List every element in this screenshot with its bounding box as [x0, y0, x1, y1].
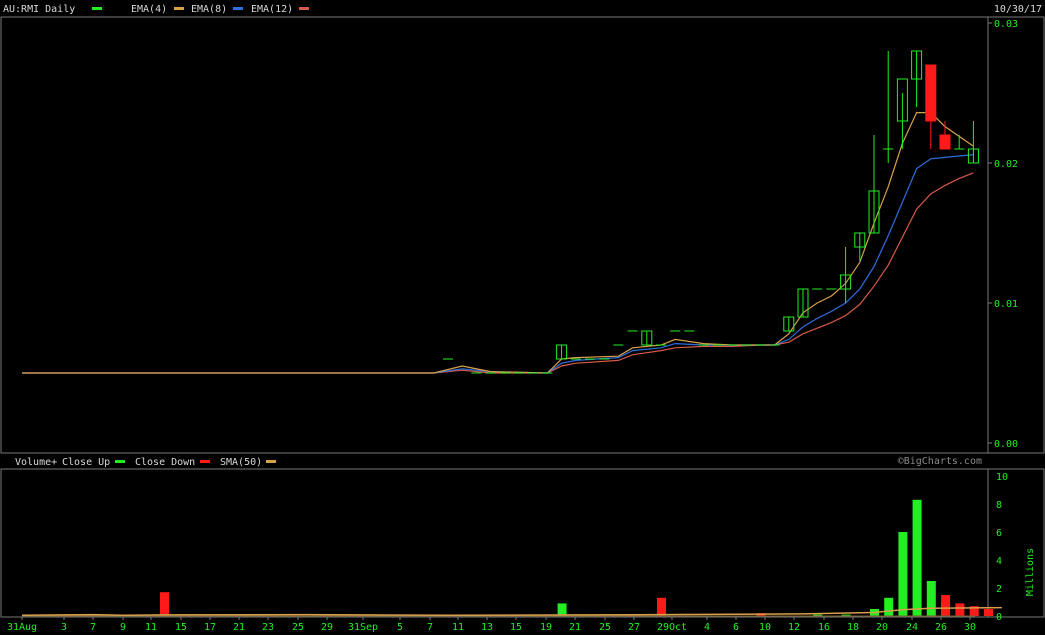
x-tick-label: 26	[935, 622, 947, 633]
volume-tick-label: 0	[996, 612, 1002, 623]
volume-tick-label: 6	[996, 528, 1002, 539]
x-tick-label: 25	[292, 622, 304, 633]
x-tick-label: 11	[145, 622, 157, 633]
x-tick-label: 17	[204, 622, 216, 633]
legend-ema4-label: EMA(4)	[131, 4, 167, 15]
x-tick-label: 12	[788, 622, 800, 633]
x-tick-label: 23	[262, 622, 274, 633]
volume-bar	[926, 581, 936, 616]
ema12-line	[22, 172, 974, 374]
x-tick-label: 11	[452, 622, 464, 633]
legend-ema8-label: EMA(8)	[191, 4, 227, 15]
x-tick-label: 9	[120, 622, 126, 633]
volume-tick-label: 4	[996, 556, 1002, 567]
close-up-swatch	[115, 460, 125, 463]
volume-bar	[657, 597, 666, 616]
x-tick-label: 31Sep	[348, 622, 378, 633]
x-tick-label: 3	[61, 622, 67, 633]
volume-close-down-label: Close Down	[135, 457, 195, 468]
ema-lines	[22, 111, 974, 374]
x-tick-label: 19	[540, 622, 552, 633]
price-axis: 0.03 0.02 0.01 0.00	[988, 19, 1018, 450]
x-tick-label: 29	[321, 622, 333, 633]
x-tick-label: 5	[397, 622, 403, 633]
volume-bar	[884, 597, 894, 616]
candle-body	[925, 64, 937, 122]
symbol-label: AU:RMI Daily	[3, 4, 75, 15]
x-tick-label: 21	[569, 622, 581, 633]
x-tick-label: 21	[233, 622, 245, 633]
chart-date: 10/30/17	[994, 4, 1042, 15]
volume-sma-label: SMA(50)	[220, 457, 262, 468]
x-tick-label: 18	[847, 622, 859, 633]
ema4-line	[22, 111, 974, 374]
x-axis: 31Aug 3 7 9 11 15 17 21 23 25 29 31Sep 5 7 11 13 15 19 21 2…	[7, 617, 976, 633]
volume-bar	[898, 532, 908, 616]
volume-tick-label: 8	[996, 500, 1002, 511]
x-tick-label: 13	[481, 622, 493, 633]
volume-bar	[557, 603, 567, 616]
stock-chart: AU:RMI Daily EMA(4) EMA(8) EMA(12) 10/30…	[0, 4, 1045, 633]
volume-unit-label: Millions	[1025, 548, 1036, 596]
ema8-line	[22, 154, 974, 374]
legend-ema12-label: EMA(12)	[251, 4, 293, 15]
volume-panel-frame	[0, 468, 1045, 618]
x-tick-label: 29Oct	[657, 622, 687, 633]
legend-ema4-swatch	[174, 7, 184, 10]
legend-ema8-swatch	[233, 7, 243, 10]
x-tick-label: 24	[906, 622, 918, 633]
x-tick-label: 16	[818, 622, 830, 633]
x-tick-label: 30	[964, 622, 976, 633]
x-tick-label: 7	[427, 622, 433, 633]
x-tick-label: 15	[175, 622, 187, 633]
x-tick-label: 15	[510, 622, 522, 633]
volume-tick-label: 2	[996, 584, 1002, 595]
price-panel-frame	[0, 16, 1045, 454]
volume-axis: 10 8 6 4 2 0	[996, 472, 1008, 623]
volume-bar	[955, 603, 965, 616]
x-tick-label: 27	[628, 622, 640, 633]
candle-body	[939, 134, 951, 150]
volume-bars	[22, 499, 993, 617]
volume-bar	[160, 592, 169, 616]
x-tick-label: 4	[704, 622, 710, 633]
symbol-legend-swatch	[92, 7, 102, 10]
x-tick-label: 20	[876, 622, 888, 633]
price-tick-label: 0.00	[994, 439, 1018, 450]
x-tick-label: 6	[733, 622, 739, 633]
volume-bar	[941, 595, 951, 616]
volume-bar	[984, 609, 993, 616]
volume-close-up-label: Close Up	[62, 457, 110, 468]
sma-swatch	[266, 460, 276, 463]
volume-tick-label: 10	[996, 472, 1008, 483]
volume-bar	[912, 499, 922, 616]
x-tick-label: 31Aug	[7, 622, 37, 633]
close-down-swatch	[200, 460, 210, 463]
price-tick-label: 0.01	[994, 299, 1018, 310]
x-tick-label: 25	[599, 622, 611, 633]
price-tick-label: 0.03	[994, 19, 1018, 30]
x-tick-label: 10	[759, 622, 771, 633]
bigcharts-watermark: ©BigCharts.com	[898, 456, 982, 467]
price-tick-label: 0.02	[994, 159, 1018, 170]
x-tick-label: 7	[90, 622, 96, 633]
volume-label: Volume+	[15, 457, 57, 468]
legend-ema12-swatch	[299, 7, 309, 10]
